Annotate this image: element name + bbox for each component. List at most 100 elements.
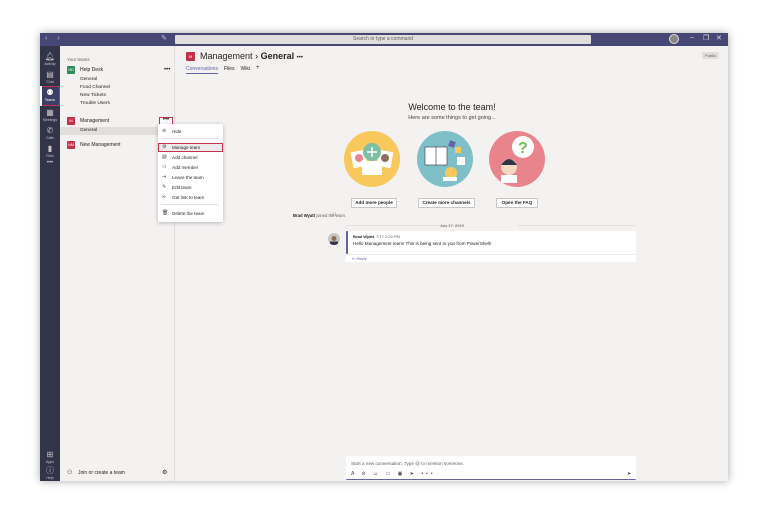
- menu-divider: [162, 138, 219, 139]
- message-time: 7/17 2:29 PM: [376, 234, 400, 239]
- create-more-channels-button[interactable]: Create more channels: [418, 198, 475, 208]
- help-icon: ⓘ: [46, 466, 54, 475]
- teams-icon: ⚉: [46, 88, 54, 97]
- leave-icon: ⇥: [162, 174, 167, 180]
- file-icon: ▮: [47, 144, 53, 153]
- app-teams[interactable]: ⚉ Teams: [40, 86, 60, 106]
- chat-icon: ▤: [46, 70, 54, 79]
- team-tile: M: [186, 52, 195, 61]
- menu-item-manage-team[interactable]: ⚙ Manage team: [158, 143, 223, 152]
- menu-label: Get link to team: [172, 195, 205, 200]
- app-label: Teams: [44, 98, 56, 102]
- menu-label: Add member: [172, 165, 199, 170]
- open-faq-button[interactable]: Open the FAQ: [496, 198, 538, 208]
- app-activity[interactable]: 🔔︎ Activity: [40, 50, 60, 70]
- app-calls[interactable]: ✆ Calls: [40, 124, 60, 144]
- gear-icon[interactable]: ⚙: [162, 469, 167, 476]
- message-author: Brad Wyatt: [353, 234, 375, 239]
- teams-window: ‹ › ✎ Search or type a command – ❐ ✕ 🔔︎ A…: [40, 33, 728, 481]
- channel-item[interactable]: General: [80, 77, 97, 82]
- channel-more-button[interactable]: •••: [297, 55, 303, 61]
- tab-files[interactable]: Files: [224, 66, 235, 74]
- section-label: Your teams: [67, 57, 90, 62]
- team-tile: M: [67, 117, 75, 125]
- menu-item-leave-team[interactable]: ⇥ Leave the team: [158, 173, 223, 182]
- message-card[interactable]: Brad Wyatt 7/17 2:29 PM Hello Management …: [346, 231, 636, 254]
- compose-input[interactable]: Start a new conversation. Type @ to ment…: [351, 461, 464, 466]
- gear-icon: ⚙: [162, 144, 167, 150]
- app-meetings[interactable]: ▦ Meetings: [40, 106, 60, 126]
- people-illustration-icon: [350, 143, 394, 175]
- menu-item-add-channel[interactable]: ▤ Add channel: [158, 153, 223, 162]
- team-more-button[interactable]: •••: [164, 67, 170, 73]
- avatar[interactable]: [328, 233, 340, 245]
- link-icon: ∞: [162, 194, 166, 200]
- close-button[interactable]: ✕: [716, 34, 722, 42]
- menu-item-edit-team[interactable]: ✎ Edit team: [158, 183, 223, 192]
- app-label: Chat: [46, 80, 54, 84]
- menu-item-delete-team[interactable]: 🗑︎ Delete the team: [158, 209, 223, 218]
- welcome-subtitle: Here are some things to get going...: [408, 115, 496, 121]
- trash-icon: 🗑︎: [162, 210, 169, 216]
- reply-button[interactable]: ↩ Reply: [346, 254, 636, 262]
- tab-conversations[interactable]: Conversations: [186, 66, 218, 74]
- faq-illustration-icon: ?: [501, 136, 534, 183]
- app-help[interactable]: ⓘ Help: [40, 464, 60, 481]
- team-help-desk[interactable]: HD Help Desk •••: [60, 65, 175, 75]
- date-label: July 17, 2019: [440, 223, 464, 228]
- breadcrumb-separator: ›: [255, 51, 259, 61]
- app-label: Meetings: [42, 118, 58, 122]
- bell-icon: 🔔︎: [44, 52, 56, 61]
- menu-label: Leave the team: [172, 175, 204, 180]
- join-team-icon: ⚇: [67, 470, 73, 476]
- svg-text:?: ?: [518, 140, 528, 157]
- faq-illustration: ?: [489, 131, 545, 187]
- avatar[interactable]: [669, 34, 679, 44]
- menu-item-add-member[interactable]: ⚇ Add member: [158, 163, 223, 172]
- compose-toolbar[interactable]: A ⊘ ☺ ▭ ▣ ➤ •••: [351, 471, 436, 477]
- channel-item[interactable]: Trouble Users: [80, 101, 110, 106]
- calendar-icon: ▦: [46, 108, 54, 117]
- team-name: Management: [80, 118, 110, 124]
- minimize-button[interactable]: –: [690, 34, 694, 41]
- system-author: Brad Wyatt: [293, 213, 316, 218]
- menu-label: Manage team: [172, 145, 201, 150]
- channel-item[interactable]: Food Channel: [80, 85, 110, 90]
- channel-item[interactable]: New Tickets: [80, 93, 106, 98]
- team-context-menu: ⊘ Hide ⚙ Manage team ▤ Add channel ⚇ Add mem…: [158, 124, 223, 222]
- tab-wiki[interactable]: Wiki: [241, 66, 250, 74]
- team-name: New Management: [80, 142, 121, 148]
- menu-item-get-link[interactable]: ∞ Get link to team: [158, 193, 223, 202]
- app-bar: 🔔︎ Activity ▤ Chat ⚉ Teams ▦ Meetings ✆ Calls…: [40, 46, 60, 481]
- compose-box[interactable]: Start a new conversation. Type @ to ment…: [346, 456, 636, 480]
- app-more[interactable]: •••: [40, 158, 60, 178]
- menu-item-hide[interactable]: ⊘ Hide: [158, 127, 223, 136]
- new-chat-icon[interactable]: ✎: [161, 34, 167, 42]
- channel-title: General: [260, 51, 295, 61]
- user-avatar-icon: [330, 236, 338, 245]
- create-channels-illustration: [417, 131, 473, 187]
- message-header: Brad Wyatt 7/17 2:29 PM: [353, 234, 400, 239]
- channel-item-selected[interactable]: General: [80, 128, 97, 133]
- channel-tabs: Conversations Files Wiki +: [186, 65, 260, 74]
- phone-icon: ✆: [46, 126, 54, 135]
- app-label: Help: [46, 476, 54, 480]
- title-bar: ‹ › ✎ Search or type a command – ❐ ✕: [40, 33, 728, 46]
- add-tab-button[interactable]: +: [256, 65, 260, 74]
- welcome-title: Welcome to the team!: [408, 102, 496, 112]
- add-more-people-button[interactable]: Add more people: [351, 198, 397, 208]
- message-text: Hello Management team! This is being sen…: [353, 241, 492, 246]
- system-message: Brad Wyatt joined the team.: [293, 213, 346, 218]
- team-name: Help Desk: [80, 67, 104, 73]
- app-label: Activity: [44, 62, 56, 66]
- app-chat[interactable]: ▤ Chat: [40, 68, 60, 88]
- send-icon[interactable]: ➤: [627, 471, 631, 477]
- add-channel-icon: ▤: [162, 154, 167, 160]
- maximize-button[interactable]: ❐: [703, 34, 709, 42]
- channel-main: M Management › General ••• Public Conver…: [176, 46, 728, 481]
- system-text: joined the team.: [315, 213, 346, 218]
- nav-arrows-icon[interactable]: ‹ ›: [45, 35, 64, 42]
- channels-illustration-icon: [424, 140, 465, 181]
- search-input[interactable]: Search or type a command: [175, 35, 591, 44]
- date-divider: [518, 225, 636, 226]
